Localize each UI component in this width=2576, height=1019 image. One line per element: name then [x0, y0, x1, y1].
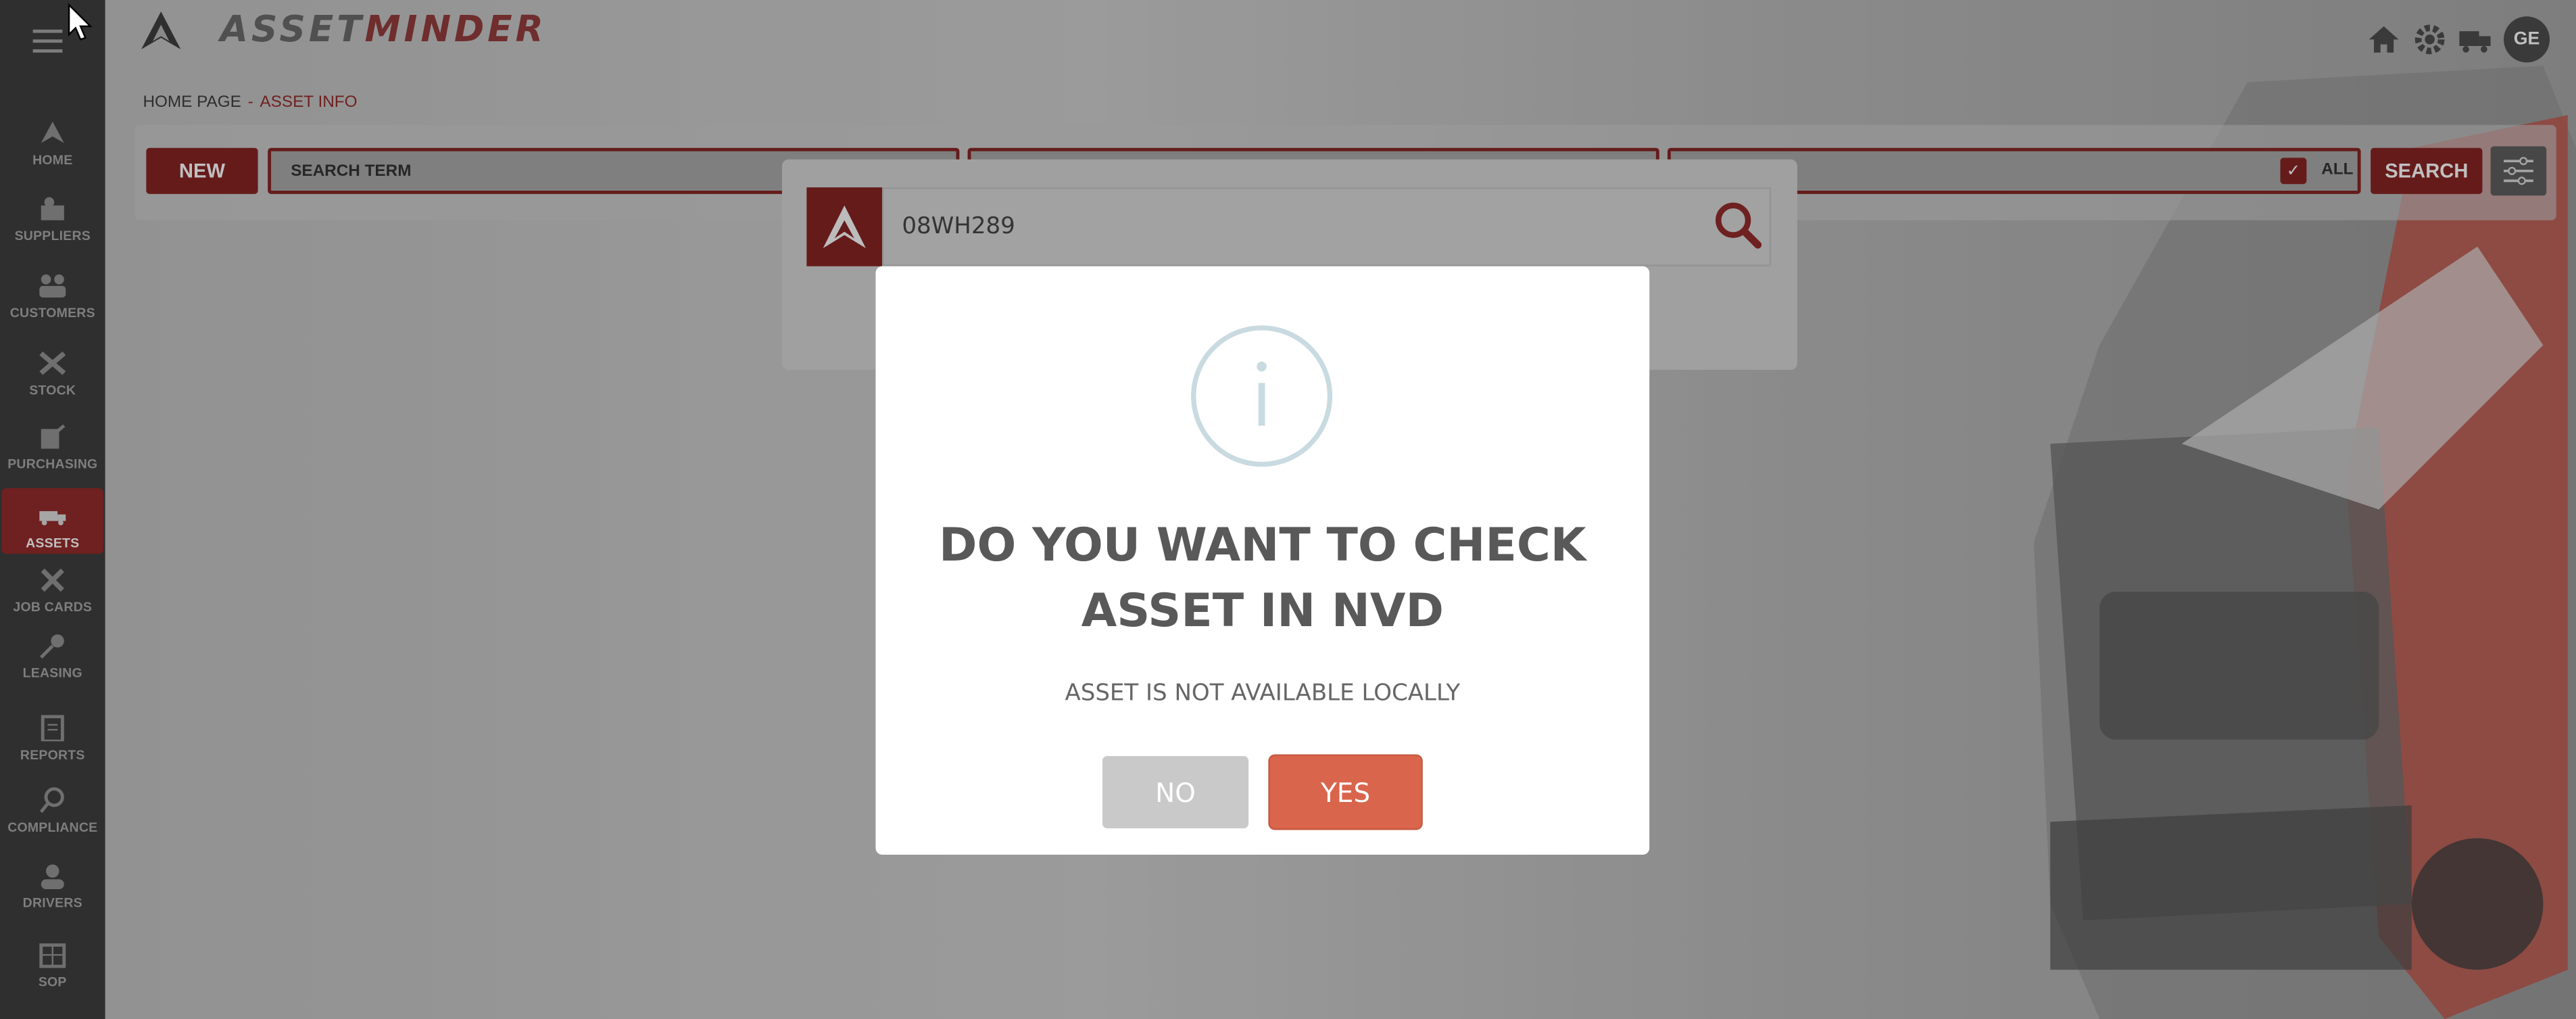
- info-icon: [1191, 325, 1333, 467]
- dialog-title: DO YOU WANT TO CHECK ASSET IN NVD: [939, 517, 1586, 638]
- no-button[interactable]: NO: [1102, 756, 1249, 829]
- confirm-dialog: DO YOU WANT TO CHECK ASSET IN NVD ASSET …: [875, 266, 1650, 855]
- mouse-cursor-icon: [68, 3, 93, 41]
- yes-button[interactable]: YES: [1269, 756, 1421, 829]
- dialog-message: ASSET IS NOT AVAILABLE LOCALLY: [1065, 680, 1461, 707]
